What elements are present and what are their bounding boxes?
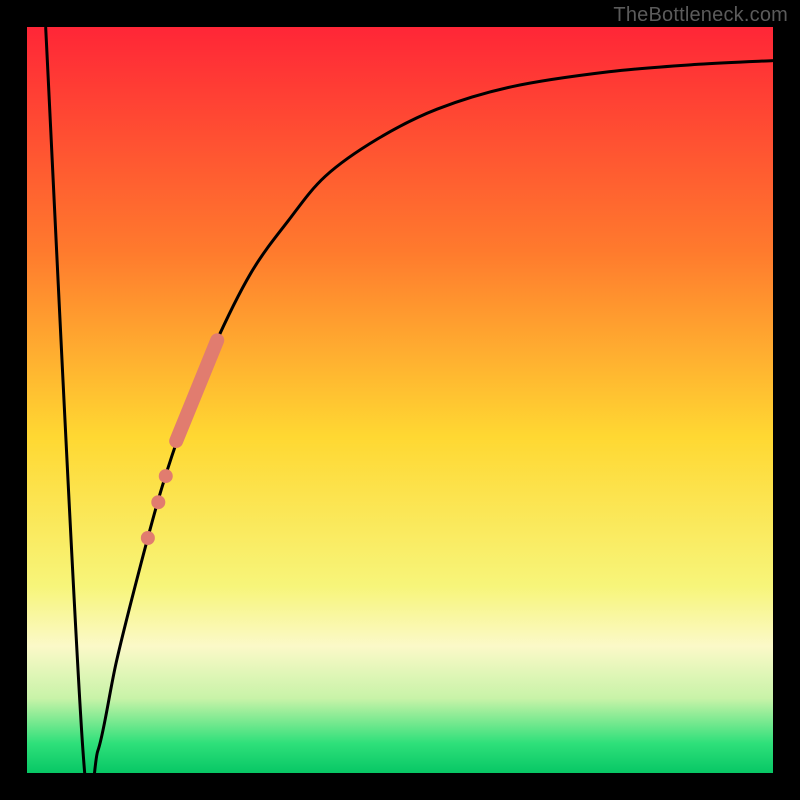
chart-svg [27,27,773,773]
watermark-text: TheBottleneck.com [613,4,788,27]
bottleneck-curve-path [46,27,773,773]
highlight-dot [159,469,173,483]
highlight-dot [151,495,165,509]
highlight-dot [141,531,155,545]
plot-area [27,27,773,773]
highlight-dots-group [141,469,173,545]
highlight-segment [176,340,217,441]
